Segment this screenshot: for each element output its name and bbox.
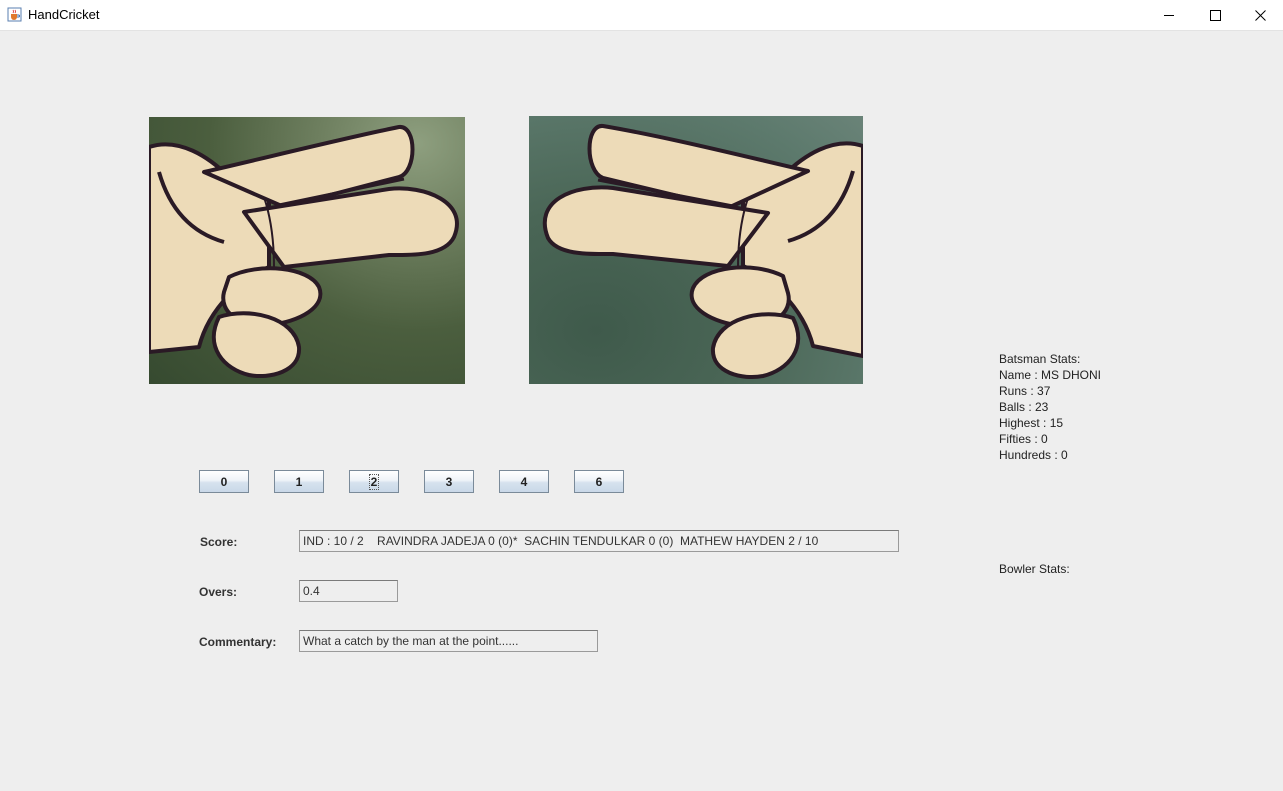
run-button-1[interactable]: 1 <box>274 470 324 493</box>
button-label: 6 <box>595 474 603 489</box>
title-bar: HandCricket <box>0 0 1283 31</box>
two-fingers-hand-icon <box>542 124 863 379</box>
overs-field[interactable]: 0.4 <box>299 580 398 602</box>
button-label: 4 <box>520 474 528 489</box>
batsman-runs: Runs : 37 <box>999 384 1051 398</box>
score-field[interactable]: IND : 10 / 2 RAVINDRA JADEJA 0 (0)* SACH… <box>299 530 899 552</box>
maximize-button[interactable] <box>1192 0 1238 30</box>
run-button-0[interactable]: 0 <box>199 470 249 493</box>
score-label: Score: <box>200 535 238 549</box>
batsman-stats-heading: Batsman Stats: <box>999 352 1081 366</box>
maximize-icon <box>1209 9 1221 21</box>
close-icon <box>1254 9 1266 21</box>
minimize-icon <box>1164 15 1174 16</box>
bowler-stats-heading: Bowler Stats: <box>999 562 1070 576</box>
bowler-stats-panel: Bowler Stats: <box>999 561 1070 577</box>
batsman-highest: Highest : 15 <box>999 416 1064 430</box>
minimize-button[interactable] <box>1146 0 1192 30</box>
button-label: 2 <box>368 473 380 490</box>
window-title: HandCricket <box>28 7 100 22</box>
run-button-6[interactable]: 6 <box>574 470 624 493</box>
commentary-field[interactable]: What a catch by the man at the point....… <box>299 630 598 652</box>
batsman-fifties: Fifties : 0 <box>999 432 1048 446</box>
run-button-2[interactable]: 2 <box>349 470 399 493</box>
computer-hand-image <box>529 116 863 384</box>
button-label: 1 <box>295 474 303 489</box>
commentary-label: Commentary: <box>199 635 277 649</box>
batsman-balls: Balls : 23 <box>999 400 1049 414</box>
player-hand-image <box>149 117 465 384</box>
button-label: 0 <box>220 474 228 489</box>
batsman-hundreds: Hundreds : 0 <box>999 448 1068 462</box>
java-cup-icon <box>7 7 22 22</box>
batsman-name: Name : MS DHONI <box>999 368 1102 382</box>
two-fingers-hand-icon <box>149 125 459 378</box>
close-button[interactable] <box>1237 0 1283 30</box>
run-button-3[interactable]: 3 <box>424 470 474 493</box>
run-button-4[interactable]: 4 <box>499 470 549 493</box>
overs-label: Overs: <box>199 585 238 599</box>
button-label: 3 <box>445 474 453 489</box>
batsman-stats-panel: Batsman Stats: Name : MS DHONI Runs : 37… <box>999 351 1101 463</box>
